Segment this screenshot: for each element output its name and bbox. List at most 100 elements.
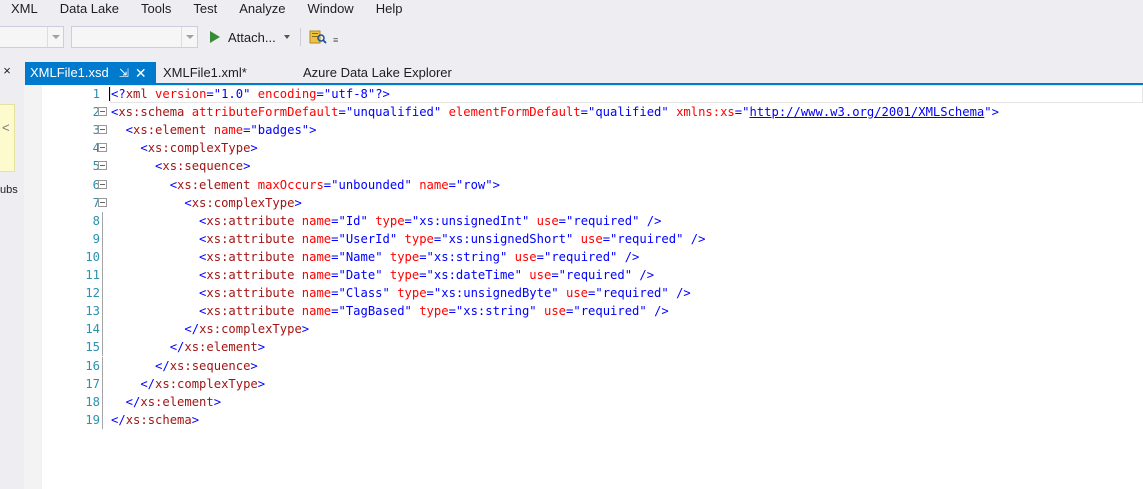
outline-guide bbox=[102, 211, 103, 230]
tab-azure-data-lake-explorer[interactable]: Azure Data Lake Explorer bbox=[303, 62, 452, 83]
line-number: 3 bbox=[92, 123, 100, 138]
code-text: </xs:complexType> bbox=[111, 375, 265, 393]
code-token: " bbox=[661, 105, 669, 120]
text-caret bbox=[109, 87, 110, 101]
collapse-region-icon[interactable] bbox=[98, 125, 107, 135]
code-line[interactable]: 8 <xs:attribute name="Id" type="xs:unsig… bbox=[24, 211, 1143, 230]
code-token: > bbox=[257, 340, 266, 355]
collapse-region-icon[interactable] bbox=[98, 179, 107, 189]
code-token: " /> bbox=[610, 249, 640, 264]
code-line[interactable]: 7 <xs:complexType> bbox=[24, 194, 1143, 212]
menu-test[interactable]: Test bbox=[183, 0, 229, 18]
code-token: xmlns:xs bbox=[668, 105, 735, 120]
code-token: =" bbox=[419, 268, 434, 282]
code-token: " bbox=[375, 268, 383, 282]
code-line[interactable]: 12 <xs:attribute name="Class" type="xs:u… bbox=[24, 284, 1143, 303]
code-token: required bbox=[551, 249, 611, 264]
chevron-down-icon[interactable] bbox=[181, 27, 197, 47]
outline-guide bbox=[102, 320, 103, 339]
code-line[interactable]: 9 <xs:attribute name="UserId" type="xs:u… bbox=[24, 229, 1143, 248]
find-in-files-icon[interactable] bbox=[309, 29, 327, 45]
pin-icon[interactable]: ⇲ bbox=[119, 66, 129, 80]
outline-guide bbox=[102, 284, 103, 303]
menu-window[interactable]: Window bbox=[297, 0, 365, 18]
collapse-region-icon[interactable] bbox=[98, 161, 107, 171]
attach-button[interactable]: Attach... bbox=[206, 26, 290, 48]
code-line[interactable]: 2 <xs:schema attributeFormDefault="unqual… bbox=[24, 103, 1143, 121]
code-url-link[interactable]: http://www.w3.org/2001/XMLSchema bbox=[749, 105, 984, 119]
code-token: xs:string bbox=[433, 249, 500, 264]
code-token: < bbox=[111, 213, 207, 228]
toolbar-overflow-icon[interactable]: ≡ bbox=[333, 35, 338, 45]
collapse-region-icon[interactable] bbox=[98, 143, 107, 153]
menu-xml[interactable]: XML bbox=[0, 0, 50, 18]
code-token: type bbox=[367, 213, 405, 228]
code-editor[interactable]: 1 <?xml version="1.0" encoding="utf-8"?> 2… bbox=[24, 85, 1143, 489]
play-icon bbox=[210, 31, 220, 43]
code-line[interactable]: 19 </xs:schema> bbox=[24, 410, 1143, 429]
code-token: " bbox=[375, 249, 383, 264]
code-token: < bbox=[111, 123, 134, 138]
code-token: =" bbox=[404, 213, 420, 228]
collapsed-panel-tab[interactable] bbox=[0, 104, 15, 172]
code-line[interactable]: 11 <xs:attribute name="Date" type="xs:da… bbox=[24, 266, 1143, 285]
code-token: > bbox=[213, 394, 222, 409]
code-line[interactable]: 5 <xs:sequence> bbox=[24, 157, 1143, 175]
code-token: attributeFormDefault bbox=[184, 105, 339, 120]
solution-platform-dropdown[interactable] bbox=[71, 26, 198, 48]
code-token: </ bbox=[111, 358, 170, 373]
line-number: 12 bbox=[85, 286, 100, 301]
code-token: use bbox=[573, 231, 603, 246]
code-token: xs:unsignedInt bbox=[419, 213, 522, 228]
close-icon[interactable]: × bbox=[0, 63, 14, 79]
code-token: required bbox=[602, 286, 662, 301]
code-token: xs:string bbox=[463, 304, 530, 319]
chevron-down-icon[interactable] bbox=[283, 35, 290, 39]
code-token: xs:element bbox=[184, 340, 258, 355]
code-line[interactable]: 4 <xs:complexType> bbox=[24, 139, 1143, 157]
tab-xmlfile1-xml[interactable]: XMLFile1.xml* bbox=[163, 62, 247, 83]
code-line[interactable]: 15 </xs:element> bbox=[24, 338, 1143, 357]
code-token: xs:unsignedShort bbox=[448, 231, 566, 246]
code-token: xs:complexType bbox=[155, 376, 258, 391]
code-text: <xs:complexType> bbox=[111, 139, 257, 157]
collapsed-panel-label[interactable]: ubs bbox=[0, 184, 18, 196]
code-line[interactable]: 13 <xs:attribute name="TagBased" type="x… bbox=[24, 302, 1143, 321]
outline-guide bbox=[102, 266, 103, 285]
code-token: < bbox=[111, 286, 207, 301]
tab-xmlfile1-xsd[interactable]: XMLFile1.xsd ⇲ ✕ bbox=[25, 62, 156, 83]
code-line[interactable]: 14 </xs:complexType> bbox=[24, 320, 1143, 339]
code-line[interactable]: 10 <xs:attribute name="Name" type="xs:st… bbox=[24, 247, 1143, 266]
solution-config-dropdown[interactable] bbox=[0, 26, 64, 48]
code-token: use bbox=[558, 286, 588, 301]
menu-analyze[interactable]: Analyze bbox=[229, 0, 297, 18]
menu-data-lake[interactable]: Data Lake bbox=[50, 0, 131, 18]
code-line[interactable]: 16 </xs:sequence> bbox=[24, 356, 1143, 375]
code-token: xs:attribute bbox=[206, 249, 295, 264]
code-token: xs:attribute bbox=[206, 231, 295, 246]
code-token: > bbox=[250, 358, 258, 373]
code-token: =" bbox=[338, 105, 354, 120]
code-token: " bbox=[382, 286, 390, 301]
code-token: " /> bbox=[661, 286, 691, 301]
close-tab-icon[interactable]: ✕ bbox=[135, 66, 147, 80]
code-text: </xs:sequence> bbox=[111, 357, 258, 375]
collapse-region-icon[interactable] bbox=[98, 197, 107, 207]
code-line[interactable]: 17 </xs:complexType> bbox=[24, 374, 1143, 393]
chevron-left-icon[interactable]: < bbox=[2, 120, 10, 135]
code-token: > bbox=[191, 412, 200, 427]
menu-help[interactable]: Help bbox=[366, 0, 415, 18]
code-token: </ bbox=[111, 322, 200, 337]
code-line[interactable]: 3 <xs:element name="badges"> bbox=[24, 121, 1143, 139]
code-token: xs:element bbox=[140, 394, 214, 409]
line-number: 7 bbox=[92, 195, 100, 210]
code-text: <xs:element name="badges"> bbox=[111, 121, 317, 139]
code-text: </xs:complexType> bbox=[111, 320, 309, 338]
chevron-down-icon[interactable] bbox=[47, 27, 63, 47]
code-line[interactable]: 18 </xs:element> bbox=[24, 392, 1143, 411]
menu-tools[interactable]: Tools bbox=[131, 0, 183, 18]
code-token: name bbox=[294, 249, 332, 264]
code-token: maxOccurs bbox=[250, 177, 324, 192]
code-line[interactable]: 6 <xs:element maxOccurs="unbounded" name… bbox=[24, 176, 1143, 194]
collapse-region-icon[interactable] bbox=[98, 107, 107, 117]
